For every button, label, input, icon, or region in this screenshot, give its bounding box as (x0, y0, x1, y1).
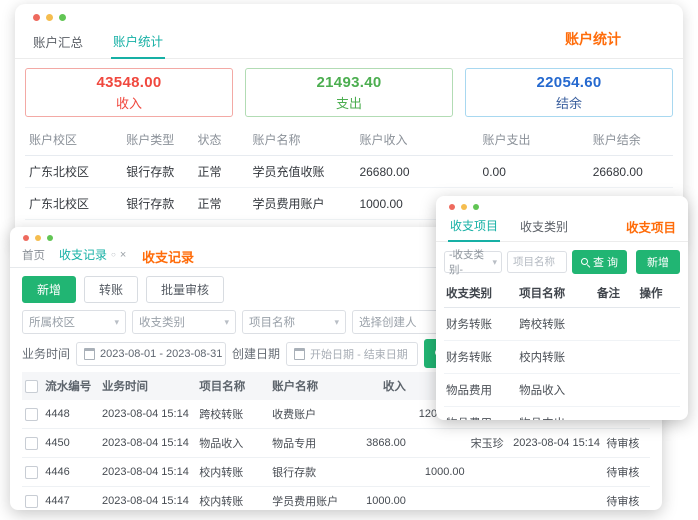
calendar-icon (294, 347, 306, 360)
transfer-button[interactable]: 转账 (84, 276, 139, 303)
maximize-window-icon[interactable] (59, 14, 66, 21)
table-row: 4447 2023-08-04 15:14 校内转账 学员费用账户 1000.0… (22, 486, 650, 510)
window-controls (436, 196, 688, 210)
add-button[interactable]: 新增 (636, 250, 680, 274)
chevron-down-icon: ▾ (334, 316, 339, 327)
status-badge: 待审核 (603, 486, 650, 510)
stats-tabbar: 账户汇总 账户统计 账户统计 (15, 21, 683, 59)
chevron-down-icon: ▾ (114, 316, 119, 327)
column-header: 备注 (595, 279, 638, 308)
tab-income-expense-categories[interactable]: 收支类别 (518, 215, 570, 241)
chevron-down-icon: ▾ (224, 316, 229, 327)
column-header: 操作 (637, 279, 680, 308)
items-filter-row: -收支类别-▾ 查 询 新增 (436, 242, 688, 279)
minimize-window-icon[interactable] (46, 14, 53, 21)
table-row: 财务转账 跨校转账 (444, 307, 680, 341)
row-checkbox[interactable] (25, 407, 38, 421)
status-badge: 待审核 (603, 428, 650, 458)
tab-income-expense-items[interactable]: 收支项目 (448, 214, 501, 242)
window-transaction-items: 收支项目 收支类别 收支项目 -收支类别-▾ 查 询 新增 收支类别 项目名称 … (436, 196, 688, 420)
annotation-records: 收支记录 (142, 250, 195, 265)
record-link[interactable]: 4446 (42, 457, 99, 487)
column-header: 流水编号 (42, 372, 99, 400)
balance-value: 22054.60 (536, 74, 602, 91)
column-header: 账户支出 (478, 124, 589, 156)
column-header: 账户名称 (269, 372, 355, 400)
create-date-label: 创建日期 (232, 347, 281, 361)
annotation-items: 收支项目 (625, 221, 676, 235)
annotation-account-stats: 账户统计 (565, 31, 621, 47)
tab-home[interactable]: 首页 (22, 247, 45, 263)
batch-review-button[interactable]: 批量审核 (146, 276, 225, 303)
tab-income-expense-records[interactable]: 收支记录 ○ × (59, 246, 126, 263)
column-header: 账户结余 (588, 124, 673, 156)
project-name-input[interactable] (507, 251, 567, 273)
column-header: 业务时间 (98, 372, 197, 400)
window-controls (15, 4, 683, 21)
balance-label: 结余 (555, 96, 582, 111)
chevron-down-icon: ▾ (492, 256, 497, 267)
table-row: 物品费用物品支出 (444, 406, 680, 420)
table-row: 财务转账 校内转账 (444, 340, 680, 374)
calendar-icon (84, 347, 96, 360)
search-icon (581, 257, 590, 267)
category-select[interactable]: 收支类别 ▾ (132, 310, 236, 334)
column-header: 收入 (354, 372, 409, 400)
record-link[interactable]: 4450 (42, 428, 99, 458)
project-select[interactable]: 项目名称 ▾ (242, 310, 346, 334)
table-header-row: 账户校区 账户类型 状态 账户名称 账户收入 账户支出 账户结余 (25, 124, 673, 156)
biz-date-range-input[interactable]: 2023-08-01 - 2023-08-31 (76, 341, 227, 366)
select-all-checkbox[interactable] (25, 379, 38, 393)
column-header: 账户类型 (122, 124, 194, 156)
record-link[interactable]: 4447 (42, 486, 99, 510)
balance-stat-card: 22054.60 结余 (465, 68, 673, 117)
category-select[interactable]: -收支类别- ▾ (444, 249, 502, 276)
column-header: 收支类别 (444, 279, 518, 308)
row-checkbox[interactable] (25, 436, 38, 450)
campus-select[interactable]: 所属校区 ▾ (22, 310, 126, 334)
table-row: 广东北校区 银行存款 正常 学员充值收账 26680.00 0.00 26680.00 (25, 155, 673, 188)
table-row: 4450 2023-08-04 15:14 物品收入 物品专用 3868.00 … (22, 428, 650, 458)
income-value: 43548.00 (96, 74, 162, 91)
expense-label: 支出 (335, 96, 362, 111)
add-button[interactable]: 新增 (22, 276, 77, 303)
column-header: 账户校区 (25, 124, 123, 156)
income-stat-card: 43548.00 收入 (25, 68, 233, 117)
row-checkbox[interactable] (25, 494, 38, 508)
column-header: 账户收入 (355, 124, 479, 156)
items-tabbar: 收支项目 收支类别 收支项目 (436, 210, 688, 242)
table-row: 物品费用 物品收入 (444, 373, 680, 407)
stat-cards: 43548.00 收入 21493.40 支出 22054.60 结余 (15, 59, 683, 121)
biz-time-label: 业务时间 (22, 347, 71, 361)
expense-value: 21493.40 (316, 74, 382, 91)
column-header: 状态 (193, 124, 249, 156)
desktop: 账户汇总 账户统计 账户统计 43548.00 收入 21493.40 支出 2… (0, 0, 698, 520)
tab-label: 收支记录 (59, 248, 108, 262)
close-window-icon[interactable] (33, 14, 40, 21)
column-header: 项目名称 (517, 279, 596, 308)
tab-account-statistics[interactable]: 账户统计 (111, 27, 166, 59)
column-header: 项目名称 (196, 372, 270, 400)
close-tab-icon[interactable]: × (120, 249, 126, 261)
search-button[interactable]: 查 询 (572, 250, 628, 274)
circle-icon: ○ (111, 250, 116, 259)
row-checkbox[interactable] (25, 465, 38, 479)
status-badge: 待审核 (603, 457, 650, 487)
items-table: 收支类别 项目名称 备注 操作 财务转账 跨校转账 财务转账 校内转账 物品费用 物品… (444, 279, 680, 420)
expense-stat-card: 21493.40 支出 (245, 68, 453, 117)
table-row: 4446 2023-08-04 15:14 校内转账 银行存款 1000.00 … (22, 457, 650, 487)
income-label: 收入 (115, 96, 142, 111)
table-header-row: 收支类别 项目名称 备注 操作 (444, 279, 680, 308)
column-header: 账户名称 (248, 124, 356, 156)
record-link[interactable]: 4448 (42, 400, 99, 429)
create-date-range-input[interactable]: 开始日期 - 结束日期 (286, 341, 419, 366)
tab-account-summary[interactable]: 账户汇总 (31, 28, 85, 58)
